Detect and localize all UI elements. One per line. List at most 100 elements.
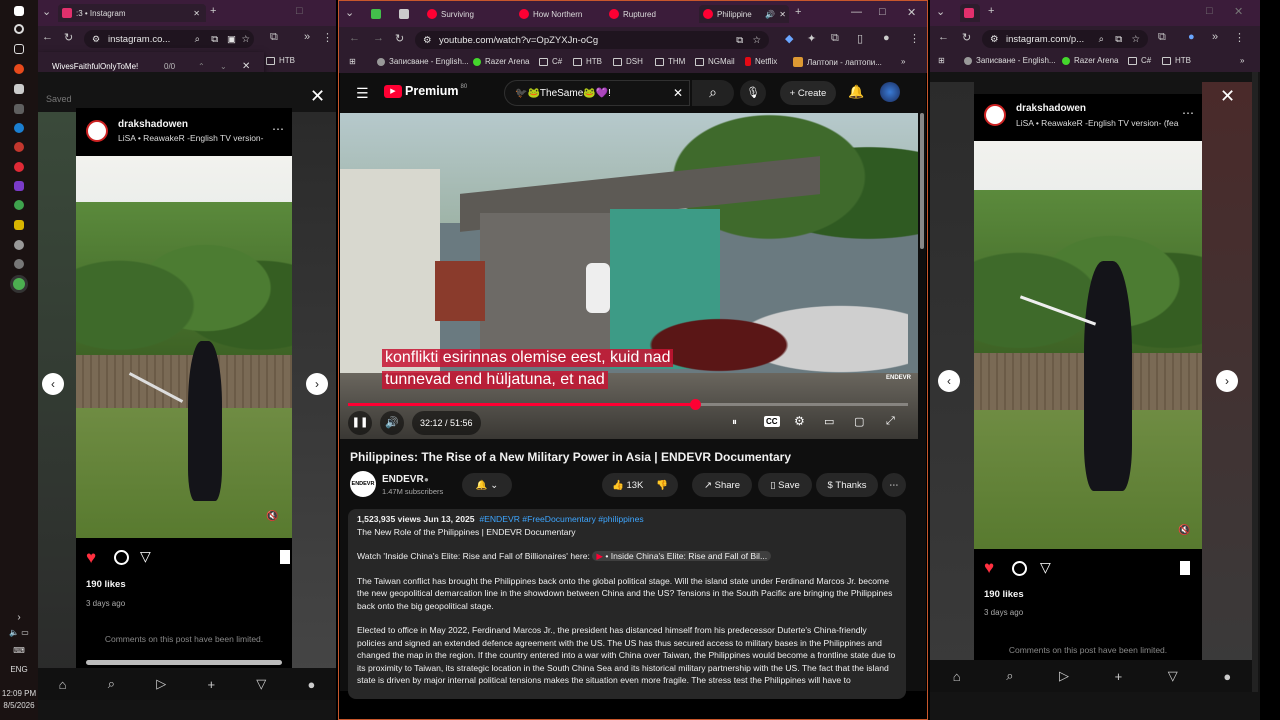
search-input[interactable]: 🐦‍⬛🐸TheSame🐸💜! ✕ <box>504 80 690 106</box>
saved-bookmark-icon[interactable] <box>1180 561 1190 575</box>
comment-icon[interactable] <box>114 550 129 565</box>
search-icon[interactable]: ⌕ <box>108 676 115 692</box>
reload-icon[interactable]: ↻ <box>962 31 971 44</box>
onenote-icon[interactable] <box>14 181 24 191</box>
bookmark-folder[interactable]: C# <box>539 57 562 66</box>
previous-post-button[interactable]: ‹ <box>938 370 960 392</box>
maximize-icon[interactable]: □ <box>1206 5 1213 17</box>
task-view-icon[interactable] <box>14 44 24 54</box>
back-icon[interactable]: ← <box>938 31 949 43</box>
next-post-button[interactable]: › <box>1216 370 1238 392</box>
find-prev-icon[interactable]: ⌃ <box>198 62 205 71</box>
volume-icon[interactable]: 🔈 ▭ <box>0 628 38 637</box>
bookmark-folder[interactable]: NGMail <box>695 57 735 66</box>
tab-list-chevron-icon[interactable]: ⌄ <box>936 5 945 18</box>
post-username[interactable]: drakshadowen <box>118 119 188 130</box>
search-button[interactable]: ⌕ <box>692 80 734 106</box>
miniplayer-icon[interactable]: ▭ <box>824 415 834 428</box>
url-field[interactable]: youtube.com/watch?v=OpZYXJn-oCg ⚙ ⧉ ☆ <box>415 31 769 49</box>
firefox-icon[interactable] <box>14 64 24 74</box>
close-post-icon[interactable]: ✕ <box>310 86 325 107</box>
extensions-icon[interactable]: ⧉ <box>270 31 278 44</box>
clock-time[interactable]: 12:09 PM <box>0 689 38 698</box>
post-song[interactable]: LiSA • ReawakeR -English TV version- <box>118 133 264 143</box>
bookmark-folder[interactable]: ТНМ <box>655 57 685 66</box>
keyboard-icon[interactable]: ⌨ <box>0 646 38 655</box>
chevron-up-icon[interactable]: › <box>0 612 38 623</box>
find-input[interactable]: WivesFaithfulOnlyToMe! <box>52 62 138 71</box>
notifications-icon[interactable]: 🔔 <box>848 84 864 100</box>
create-icon[interactable]: + <box>1115 669 1123 684</box>
saved-bookmark-icon[interactable] <box>280 550 290 564</box>
photos-icon[interactable] <box>14 104 24 114</box>
bookmark-folder[interactable]: НТВ <box>1162 56 1191 65</box>
mute-icon[interactable]: 🔇 <box>266 511 278 522</box>
tab-ruptured[interactable]: Ruptured <box>605 5 689 23</box>
profile-icon[interactable]: ● <box>308 677 316 692</box>
open-app-icon[interactable]: ⧉ <box>1115 34 1122 45</box>
next-post-button[interactable]: › <box>306 373 328 395</box>
mute-icon[interactable]: 🔇 <box>1178 525 1190 536</box>
bookmark-item[interactable]: Записване - English... <box>964 56 1056 65</box>
clock-date[interactable]: 8/5/2026 <box>0 701 38 710</box>
home-icon[interactable]: ⌂ <box>59 677 67 692</box>
sidebar-icon[interactable]: ▯ <box>857 32 863 45</box>
heart-icon[interactable]: ♥ <box>984 558 994 578</box>
share-icon[interactable]: ▽ <box>1040 559 1051 576</box>
bookmark-folder[interactable]: НТВ <box>266 56 295 65</box>
comment-icon[interactable] <box>1012 561 1027 576</box>
cast-icon[interactable]: ▢ <box>854 415 864 428</box>
post-video[interactable]: 🔇 <box>974 141 1202 549</box>
like-button[interactable]: 👍 13K 👎 <box>602 473 678 497</box>
tab-pinned[interactable] <box>369 5 387 23</box>
post-song[interactable]: LiSA • ReawakeR -English TV version- (fe… <box>1016 118 1186 128</box>
watch-link[interactable]: ▶ • Inside China's Elite: Rise and Fall … <box>592 551 772 561</box>
reload-icon[interactable]: ↻ <box>64 31 73 44</box>
hashtags[interactable]: #ENDEVR #FreeDocumentary #philippines <box>479 514 643 524</box>
search-icon[interactable] <box>14 24 24 34</box>
messages-icon[interactable]: ▽ <box>1168 668 1178 684</box>
extension-icon[interactable]: ✦ <box>807 32 816 45</box>
zoom-icon[interactable]: ⌕ <box>1099 34 1104 45</box>
zoom-icon[interactable]: ⌕ <box>195 34 200 45</box>
fullscreen-icon[interactable]: ⤢ <box>886 415 895 428</box>
app-icon-red[interactable] <box>14 162 24 172</box>
chrome-icon[interactable] <box>14 200 24 210</box>
more-bookmarks-icon[interactable]: » <box>1240 56 1244 65</box>
tab-how-northern[interactable]: How Northern <box>515 5 597 23</box>
settings-icon[interactable] <box>14 240 24 250</box>
extensions-icon[interactable]: ⧉ <box>831 32 839 45</box>
reader-icon[interactable]: ▣ <box>227 34 236 45</box>
menu-icon[interactable]: ⋮ <box>1234 31 1245 44</box>
bookmark-folder[interactable]: DSH <box>613 57 643 66</box>
chrome-active-icon[interactable] <box>13 278 25 290</box>
back-icon[interactable]: ← <box>42 31 53 43</box>
messages-icon[interactable]: ▽ <box>256 676 266 692</box>
site-info-icon[interactable]: ⚙ <box>990 34 999 45</box>
more-options-icon[interactable]: ⋯ <box>272 122 284 136</box>
autoplay-toggle-icon[interactable]: ⏸ <box>732 417 737 428</box>
more-chevron-icon[interactable]: » <box>1212 31 1218 43</box>
language-indicator[interactable]: ENG <box>0 665 38 674</box>
bookmark-item[interactable]: Razer Arena <box>1062 56 1118 65</box>
apps-icon[interactable]: ⊞ <box>349 57 356 66</box>
tab-surviving[interactable]: Surviving <box>423 5 507 23</box>
open-app-icon[interactable]: ⧉ <box>736 35 743 46</box>
more-chevron-icon[interactable]: » <box>304 31 310 43</box>
more-actions-icon[interactable]: ⋯ <box>882 473 906 497</box>
new-tab-icon[interactable]: + <box>210 5 216 17</box>
windows-start-icon[interactable] <box>14 6 24 16</box>
page-scrollbar[interactable] <box>920 113 924 249</box>
channel-avatar[interactable]: ENDEVR <box>350 471 376 497</box>
tab-instagram[interactable] <box>960 4 980 22</box>
close-tab-icon[interactable]: ✕ <box>779 10 786 19</box>
more-options-icon[interactable]: ⋯ <box>1182 106 1194 120</box>
site-info-icon[interactable]: ⚙ <box>423 35 432 46</box>
extensions-icon[interactable]: ⧉ <box>1158 31 1166 44</box>
share-icon[interactable]: ▽ <box>140 548 151 565</box>
new-tab-icon[interactable]: + <box>988 5 994 17</box>
share-button[interactable]: ↗ Share <box>692 473 752 497</box>
bookmark-folder[interactable]: C# <box>1128 56 1151 65</box>
thanks-button[interactable]: $ Thanks <box>816 473 878 497</box>
bookmark-item[interactable]: Netflix <box>745 57 777 66</box>
